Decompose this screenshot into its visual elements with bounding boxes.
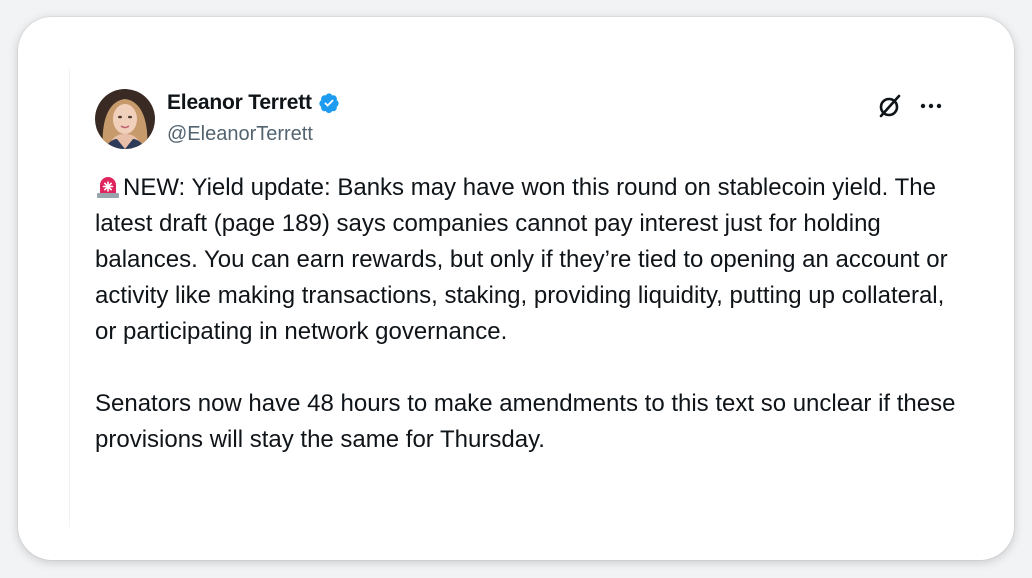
author-name[interactable]: Eleanor Terrett [167,91,312,115]
tweet-card: Eleanor Terrett @EleanorTerrett NEW: Yie… [18,17,1014,560]
tweet-paragraph-1: NEW: Yield update: Banks may have won th… [95,170,965,350]
author-handle[interactable]: @EleanorTerrett [167,123,313,146]
x-logo-icon[interactable] [876,92,904,120]
more-options-icon[interactable] [917,92,945,120]
tweet-paragraph-1-text: NEW: Yield update: Banks may have won th… [95,174,948,345]
author-name-row: Eleanor Terrett [167,91,340,115]
tweet-paragraph-2: Senators now have 48 hours to make amend… [95,390,956,453]
avatar[interactable] [95,89,155,149]
left-divider [69,69,70,527]
tweet-text: NEW: Yield update: Banks may have won th… [95,170,965,458]
rotating-light-emoji [95,173,121,199]
verified-badge-icon[interactable] [318,92,340,114]
